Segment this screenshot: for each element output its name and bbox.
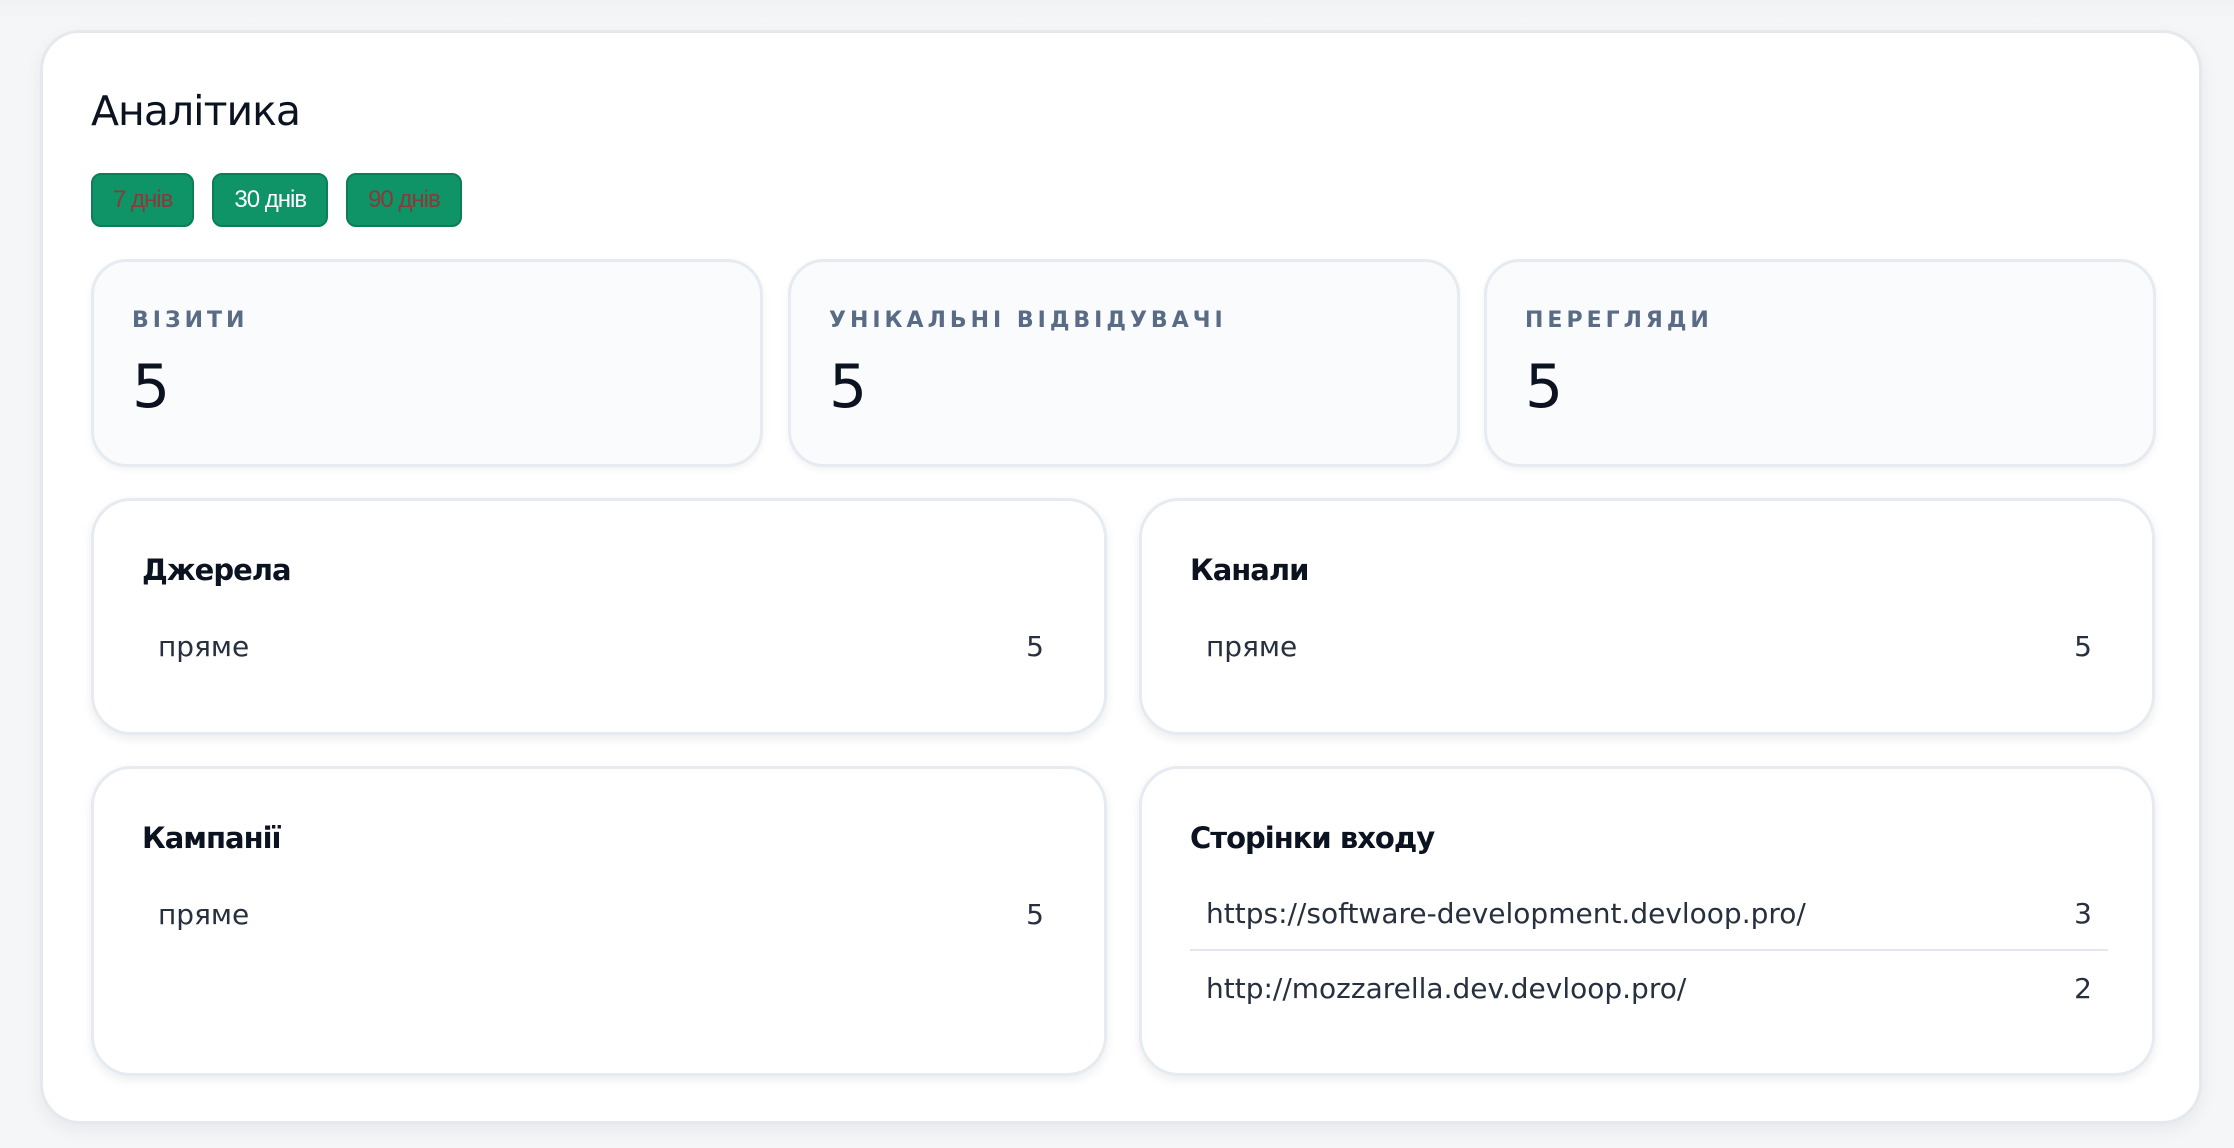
range-30-days-button[interactable]: 30 днів [212, 173, 329, 227]
range-selector: 7 днів 30 днів 90 днів [91, 173, 462, 227]
list-item: пряме 5 [142, 609, 1060, 683]
card-title: Канали [1190, 553, 1309, 587]
page-title: Аналітика [91, 87, 301, 135]
stat-label: ВІЗИТИ [132, 308, 249, 333]
range-90-days-button[interactable]: 90 днів [346, 173, 462, 227]
source-count: 5 [1026, 629, 1044, 663]
sources-card: Джерела пряме 5 [91, 498, 1107, 735]
stat-label: УНІКАЛЬНІ ВІДВІДУВАЧІ [829, 308, 1227, 333]
list-item: http://mozzarella.dev.devloop.pro/ 2 [1190, 951, 2108, 1025]
sources-list: пряме 5 [142, 609, 1060, 683]
landing-page-url: http://mozzarella.dev.devloop.pro/ [1206, 971, 1687, 1005]
channels-list: пряме 5 [1190, 609, 2108, 683]
analytics-panel: Аналітика 7 днів 30 днів 90 днів ВІЗИТИ … [40, 30, 2202, 1124]
list-item: пряме 5 [142, 877, 1060, 951]
campaigns-list: пряме 5 [142, 877, 1060, 951]
card-title: Джерела [142, 553, 292, 587]
page-top-strip [0, 0, 2234, 22]
campaigns-card: Кампанії пряме 5 [91, 766, 1107, 1076]
card-title: Кампанії [142, 821, 282, 855]
card-title: Сторінки входу [1190, 821, 1435, 855]
campaign-count: 5 [1026, 897, 1044, 931]
list-item: пряме 5 [1190, 609, 2108, 683]
stat-label: ПЕРЕГЛЯДИ [1525, 308, 1713, 333]
stat-card-pageviews: ПЕРЕГЛЯДИ 5 [1484, 259, 2156, 467]
landing-pages-list: https://software-development.devloop.pro… [1190, 877, 2108, 1025]
source-name: пряме [158, 629, 250, 663]
stat-card-visits: ВІЗИТИ 5 [91, 259, 763, 467]
channel-name: пряме [1206, 629, 1298, 663]
channel-count: 5 [2074, 629, 2092, 663]
range-7-days-button[interactable]: 7 днів [91, 173, 195, 227]
landing-pages-card: Сторінки входу https://software-developm… [1139, 766, 2155, 1076]
stat-value: 5 [132, 352, 171, 422]
stat-card-unique-visitors: УНІКАЛЬНІ ВІДВІДУВАЧІ 5 [788, 259, 1460, 467]
stat-value: 5 [829, 352, 868, 422]
landing-page-url: https://software-development.devloop.pro… [1206, 896, 1806, 930]
landing-page-count: 2 [2074, 971, 2092, 1005]
stat-value: 5 [1525, 352, 1564, 422]
list-item: https://software-development.devloop.pro… [1190, 877, 2108, 951]
landing-page-count: 3 [2074, 896, 2092, 930]
campaign-name: пряме [158, 897, 250, 931]
channels-card: Канали пряме 5 [1139, 498, 2155, 735]
